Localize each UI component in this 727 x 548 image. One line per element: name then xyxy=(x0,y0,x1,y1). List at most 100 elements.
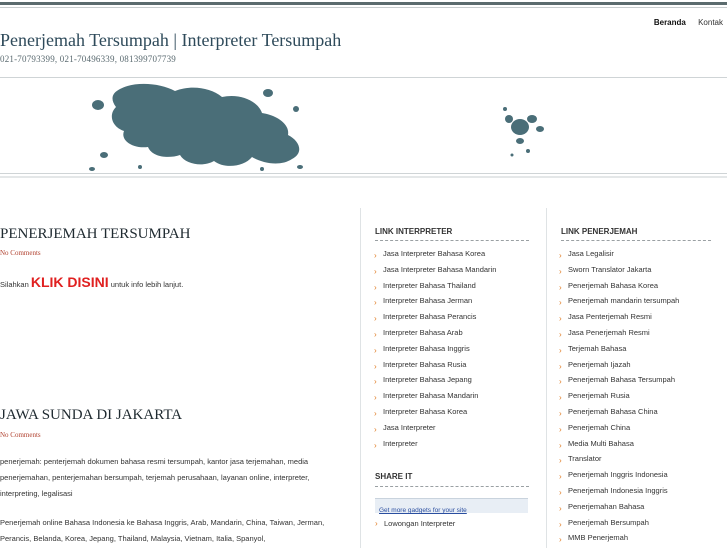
sidebar-list-item: › Interpreter Bahasa Jerman xyxy=(374,293,496,309)
top-bar-light xyxy=(0,7,727,8)
sidebar-link[interactable]: Sworn Translator Jakarta xyxy=(568,265,651,274)
sidebar-list-penerjemah: › Jasa Legalisir › Sworn Translator Jakarta… xyxy=(559,246,679,546)
sidebar-link[interactable]: Jasa Interpreter Bahasa Korea xyxy=(383,249,485,258)
sidebar-list-item: › Interpreter Bahasa Rusia xyxy=(374,357,496,373)
sidebar-heading-penerjemah: LINK PENERJEMAH xyxy=(561,227,638,236)
sidebar-link[interactable]: Interpreter Bahasa Arab xyxy=(383,328,463,337)
sidebar-link[interactable]: Penerjemah Inggris Indonesia xyxy=(568,470,668,479)
sidebar-link[interactable]: Interpreter Bahasa Mandarin xyxy=(383,391,478,400)
sidebar-list-item: › Interpreter Bahasa Korea xyxy=(374,404,496,420)
sidebar-list-item: › Media Multi Bahasa xyxy=(559,436,679,452)
share-list-item: › Lowongan Interpreter xyxy=(375,518,455,530)
get-gadgets-link[interactable]: Get more gadgets for your site xyxy=(379,507,467,514)
sidebar-link[interactable]: Penerjemah Bahasa China xyxy=(568,407,658,416)
sidebar-list-item: › Sworn Translator Jakarta xyxy=(559,262,679,278)
sidebar-list-item: › Penerjemah mandarin tersumpah xyxy=(559,293,679,309)
nav-beranda-link[interactable]: Beranda xyxy=(654,18,686,27)
ink-splash-graphic xyxy=(89,83,544,171)
sidebar-link[interactable]: Penerjemah Bahasa Korea xyxy=(568,281,658,290)
sidebar-list-item: › MMB Penerjemah xyxy=(559,530,679,546)
sidebar-list-item: › Penerjemah Bahasa Tersumpah xyxy=(559,372,679,388)
sidebar-link[interactable]: Media Multi Bahasa xyxy=(568,439,634,448)
sidebar-list-item: › Interpreter Bahasa Perancis xyxy=(374,309,496,325)
sidebar-link[interactable]: Interpreter Bahasa Jerman xyxy=(383,296,472,305)
sidebar-link[interactable]: Jasa Interpreter xyxy=(383,423,436,432)
column-divider-right xyxy=(546,208,547,548)
post-text-after: untuk info lebih lanjut. xyxy=(108,280,184,289)
sidebar-list-item: › Penerjemah Bahasa Korea xyxy=(559,278,679,294)
bullet-arrow-icon: › xyxy=(374,440,377,450)
sidebar-list-item: › Terjemah Bahasa xyxy=(559,341,679,357)
sidebar-list-item: › Interpreter Bahasa Inggris xyxy=(374,341,496,357)
sidebar-link[interactable]: Interpreter Bahasa Korea xyxy=(383,407,467,416)
sidebar-list-item: › Jasa Interpreter Bahasa Mandarin xyxy=(374,262,496,278)
top-bar-dark xyxy=(0,2,727,5)
sidebar-link[interactable]: Penerjemah Rusia xyxy=(568,391,630,400)
sidebar-link[interactable]: Jasa Penterjemah Resmi xyxy=(568,312,652,321)
column-divider-left xyxy=(360,208,361,548)
sidebar-link[interactable]: Penerjemahan Bahasa xyxy=(568,502,644,511)
post-text-before: Silahkan xyxy=(0,280,31,289)
sidebar-list-item: › Jasa Penterjemah Resmi xyxy=(559,309,679,325)
sidebar-list-item: › Penerjemah Ijazah xyxy=(559,357,679,373)
sidebar-list-item: › Interpreter Bahasa Thailand xyxy=(374,278,496,294)
sidebar-heading-share: SHARE IT xyxy=(375,472,413,481)
sidebar-link[interactable]: Penerjemah Indonesia Inggris xyxy=(568,486,668,495)
sidebar-list-item: › Penerjemahan Bahasa xyxy=(559,499,679,515)
klik-disini-link[interactable]: KLIK DISINI xyxy=(31,274,109,290)
sidebar-link[interactable]: Jasa Penerjemah Resmi xyxy=(568,328,650,337)
sidebar-list-item: › Jasa Legalisir xyxy=(559,246,679,262)
sidebar-link[interactable]: Interpreter Bahasa Perancis xyxy=(383,312,476,321)
post-comments-link[interactable]: No Comments xyxy=(0,249,41,257)
sidebar-link[interactable]: MMB Penerjemah xyxy=(568,533,628,542)
sidebar-heading-divider xyxy=(561,240,711,241)
sidebar-list-interpreter: › Jasa Interpreter Bahasa Korea › Jasa Inte… xyxy=(374,246,496,451)
nav-kontak-link[interactable]: Kontak xyxy=(698,18,723,27)
sidebar-list-item: › Penerjemah Indonesia Inggris xyxy=(559,483,679,499)
post-title-penerjemah-tersumpah[interactable]: PENERJEMAH TERSUMPAH xyxy=(0,226,190,243)
sidebar-link[interactable]: Jasa Interpreter Bahasa Mandarin xyxy=(383,265,496,274)
lowongan-interpreter-link[interactable]: Lowongan Interpreter xyxy=(384,519,455,528)
banner-bottom-line xyxy=(0,173,727,174)
post-paragraph-2: Penerjemah online Bahasa Indonesia ke Ba… xyxy=(0,518,325,543)
bullet-arrow-icon: › xyxy=(559,535,562,545)
sidebar-link[interactable]: Penerjemah Bahasa Tersumpah xyxy=(568,375,675,384)
share-heading-divider xyxy=(375,486,529,487)
bullet-arrow-icon: › xyxy=(375,519,378,528)
sidebar-list-item: › Interpreter Bahasa Arab xyxy=(374,325,496,341)
sidebar-link[interactable]: Terjemah Bahasa xyxy=(568,344,626,353)
sidebar-link[interactable]: Penerjemah China xyxy=(568,423,630,432)
sidebar-list-item: › Penerjemah Bahasa China xyxy=(559,404,679,420)
sidebar-list-item: › Translator xyxy=(559,451,679,467)
sidebar-list-item: › Interpreter Bahasa Jepang xyxy=(374,372,496,388)
post-title-jawa-sunda[interactable]: JAWA SUNDA DI JAKARTA xyxy=(0,407,182,424)
post-comments-link[interactable]: No Comments xyxy=(0,431,41,439)
sidebar-list-item: › Jasa Penerjemah Resmi xyxy=(559,325,679,341)
top-nav: Beranda Kontak xyxy=(644,18,723,27)
sidebar-link[interactable]: Penerjemah Ijazah xyxy=(568,360,631,369)
sidebar-list-item: › Penerjemah Bersumpah xyxy=(559,515,679,531)
banner-top-line xyxy=(0,77,727,78)
site-subtitle: 021-70793399, 021-70496339, 081399707739 xyxy=(0,54,176,64)
sidebar-link[interactable]: Translator xyxy=(568,454,601,463)
gadget-box: Get more gadgets for your site xyxy=(375,498,528,514)
sidebar-link[interactable]: Penerjemah mandarin tersumpah xyxy=(568,296,679,305)
sidebar-list-item: › Interpreter Bahasa Mandarin xyxy=(374,388,496,404)
sidebar-link[interactable]: Interpreter Bahasa Jepang xyxy=(383,375,472,384)
sidebar-list-item: › Penerjemah Rusia xyxy=(559,388,679,404)
sidebar-heading-divider xyxy=(375,240,529,241)
sidebar-list-item: › Jasa Interpreter Bahasa Korea xyxy=(374,246,496,262)
post-body: Silahkan KLIK DISINI untuk info lebih la… xyxy=(0,274,350,293)
post-paragraph-1: penerjemah: penterjemah dokumen bahasa r… xyxy=(0,457,310,498)
sidebar-link[interactable]: Jasa Legalisir xyxy=(568,249,614,258)
sidebar-link[interactable]: Interpreter Bahasa Inggris xyxy=(383,344,470,353)
sidebar-list-item: › Interpreter xyxy=(374,436,496,452)
site-title[interactable]: Penerjemah Tersumpah | Interpreter Tersu… xyxy=(0,30,341,51)
sidebar-link[interactable]: Interpreter Bahasa Rusia xyxy=(383,360,466,369)
header-separator xyxy=(0,176,727,178)
sidebar-list-item: › Jasa Interpreter xyxy=(374,420,496,436)
sidebar-link[interactable]: Interpreter Bahasa Thailand xyxy=(383,281,476,290)
sidebar-heading-interpreter: LINK INTERPRETER xyxy=(375,227,453,236)
sidebar-link[interactable]: Penerjemah Bersumpah xyxy=(568,518,649,527)
sidebar-link[interactable]: Interpreter xyxy=(383,439,418,448)
